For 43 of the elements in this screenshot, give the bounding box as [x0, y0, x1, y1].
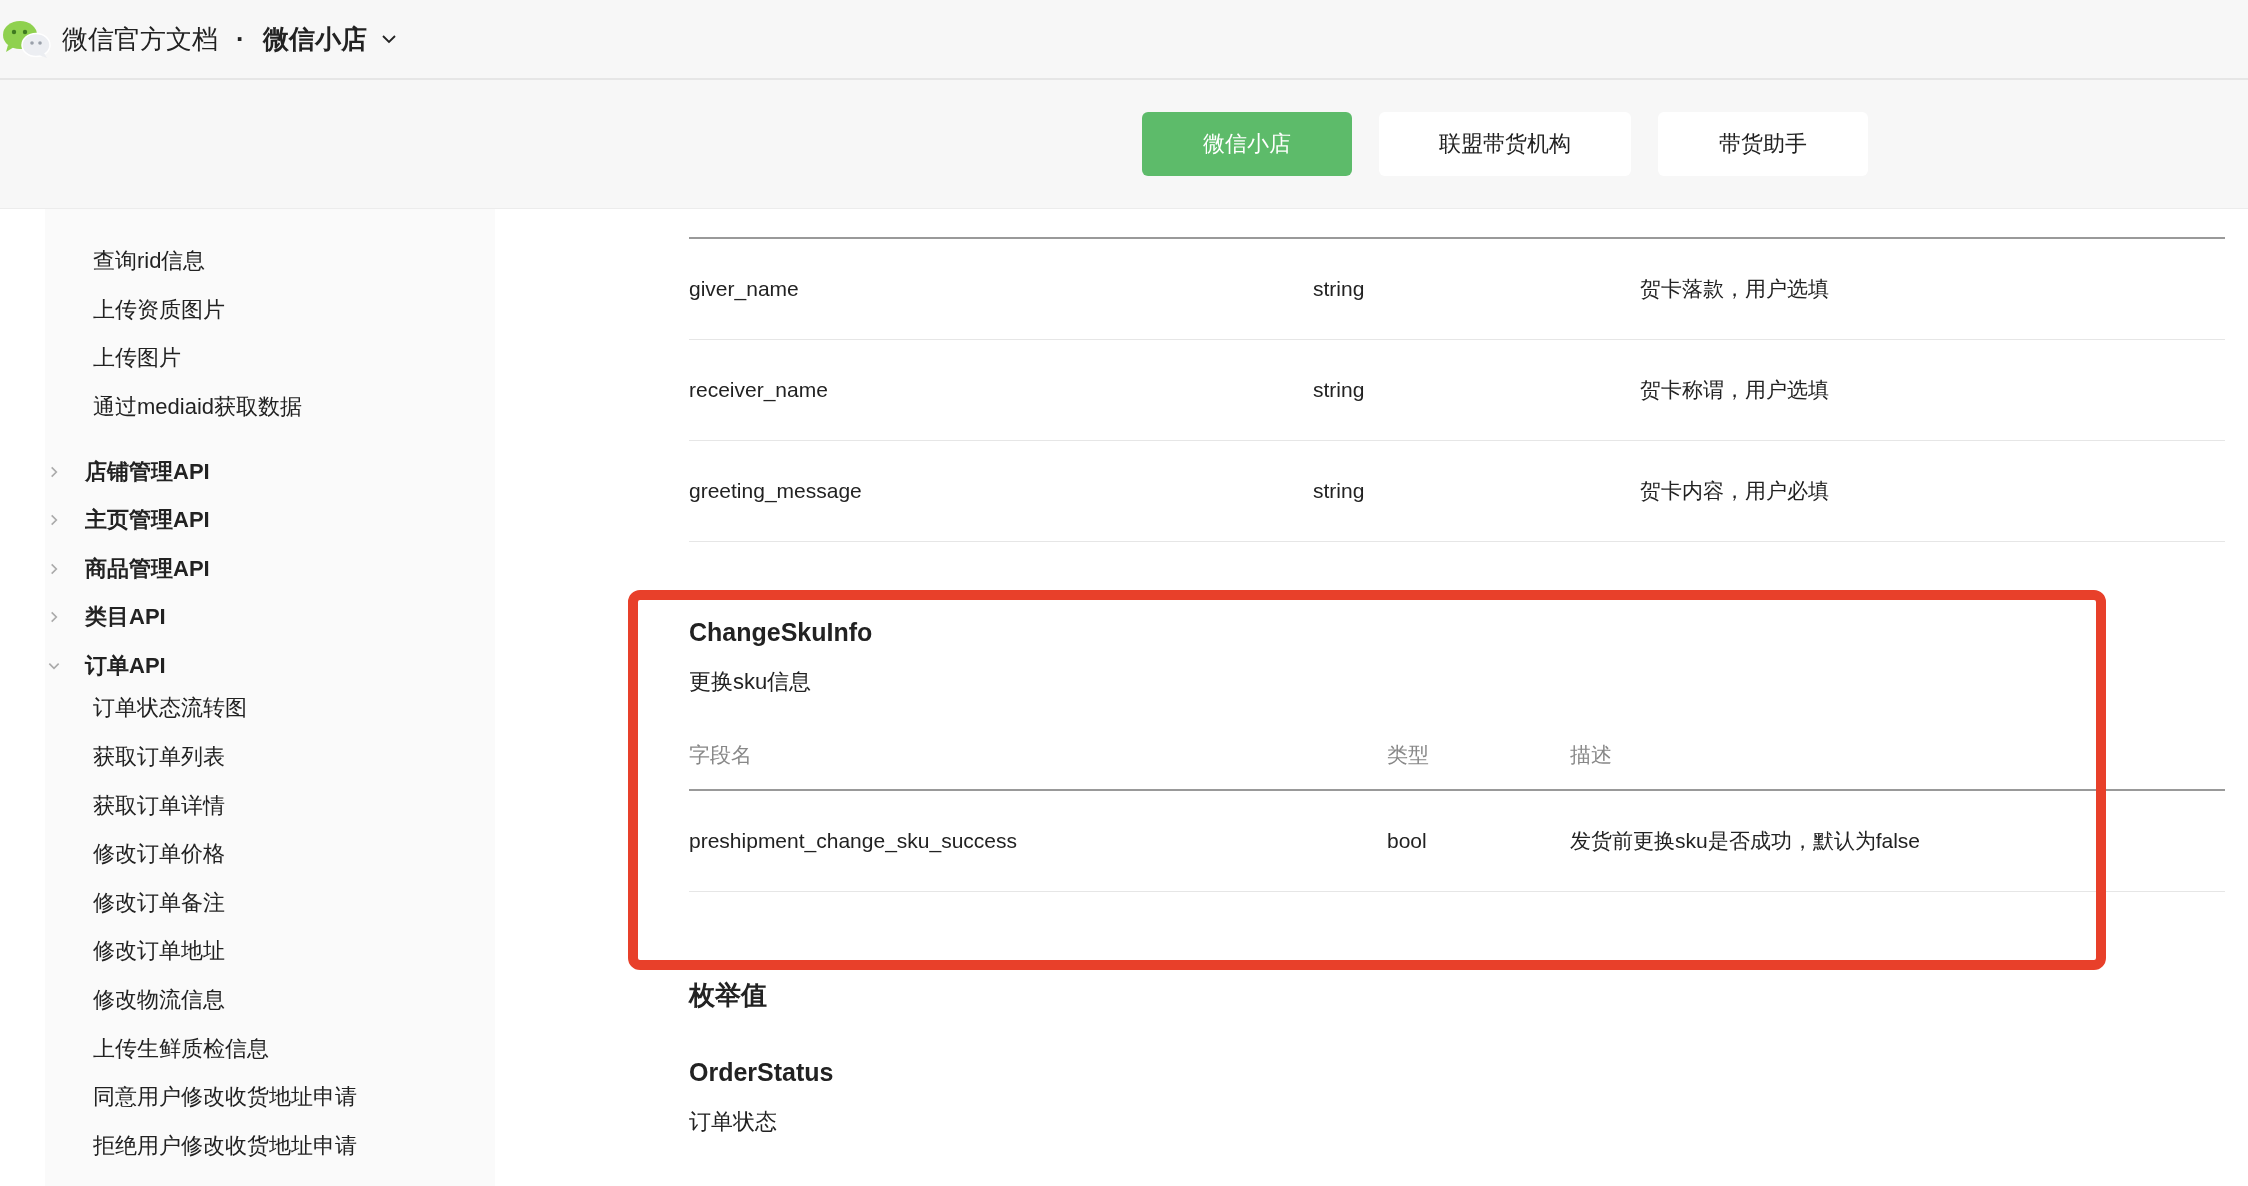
table-cell-text: preshipment_change_sku_success — [689, 829, 1019, 853]
table-cell-text: string — [1313, 277, 1366, 301]
sidebar-item[interactable]: 同意用户修改收货地址申请 — [45, 1073, 495, 1122]
column-header: 描述 — [1570, 742, 1613, 768]
column-header: 字段名 — [689, 742, 753, 768]
table-cell-text: 贺卡落款，用户选填 — [1640, 276, 1830, 302]
sidebar-group[interactable]: 类目API — [45, 593, 495, 642]
sidebar-item[interactable]: 修改订单备注 — [45, 878, 495, 928]
sidebar-item[interactable]: 修改物流信息 — [45, 975, 495, 1025]
table-cell-text: bool — [1387, 829, 1428, 853]
sidebar-item[interactable]: 修改订单地址 — [45, 927, 495, 976]
nav-tab[interactable]: 带货助手 — [1658, 112, 1868, 176]
caret-icon[interactable] — [380, 34, 397, 44]
column-header: 类型 — [1387, 742, 1430, 768]
sidebar-item[interactable]: 上传资质图片 — [45, 285, 495, 335]
sidebar-item[interactable]: 查询rid信息 — [45, 237, 495, 286]
sidebar-group[interactable]: 主页管理API — [45, 495, 495, 545]
sidebar-item[interactable]: 修改订单价格 — [45, 830, 495, 879]
sidebar-item[interactable]: 拒绝用户修改收货地址申请 — [45, 1121, 495, 1171]
sidebar-item[interactable]: 上传生鲜质检信息 — [45, 1024, 495, 1074]
sidebar-item[interactable]: 获取订单列表 — [45, 732, 495, 782]
table-cell-text: receiver_name — [689, 378, 829, 402]
sidebar-item[interactable]: 获取订单详情 — [45, 781, 495, 831]
table-cell-text: string — [1313, 378, 1366, 402]
table-cell-text: greeting_message — [689, 479, 863, 503]
nav-tab[interactable]: 联盟带货机构 — [1379, 112, 1631, 176]
table-cell-text: 贺卡称谓，用户选填 — [1640, 377, 1830, 403]
section-description: 订单状态 — [689, 1108, 778, 1136]
site-title[interactable]: 微信官方文档 — [62, 21, 218, 57]
section-selector[interactable]: 微信小店 — [262, 21, 367, 57]
sidebar-group[interactable]: 商品管理API — [45, 544, 495, 594]
sidebar-item[interactable]: 上传图片 — [45, 334, 495, 383]
table-cell-text: 发货前更换sku是否成功，默认为false — [1570, 828, 1922, 854]
sidebar-item[interactable]: 通过mediaid获取数据 — [45, 382, 495, 432]
section-title: ChangeSkuInfo — [689, 617, 874, 648]
table-cell-text: giver_name — [689, 277, 800, 301]
section-heading: 枚举值 — [689, 979, 768, 1012]
table-cell-text: string — [1313, 479, 1366, 503]
separator-dot: · — [236, 23, 245, 55]
section-description: 更换sku信息 — [689, 668, 813, 696]
table-cell-text: 贺卡内容，用户必填 — [1640, 478, 1830, 504]
section-title: OrderStatus — [689, 1057, 835, 1088]
sidebar-group[interactable]: 店铺管理API — [45, 447, 495, 496]
